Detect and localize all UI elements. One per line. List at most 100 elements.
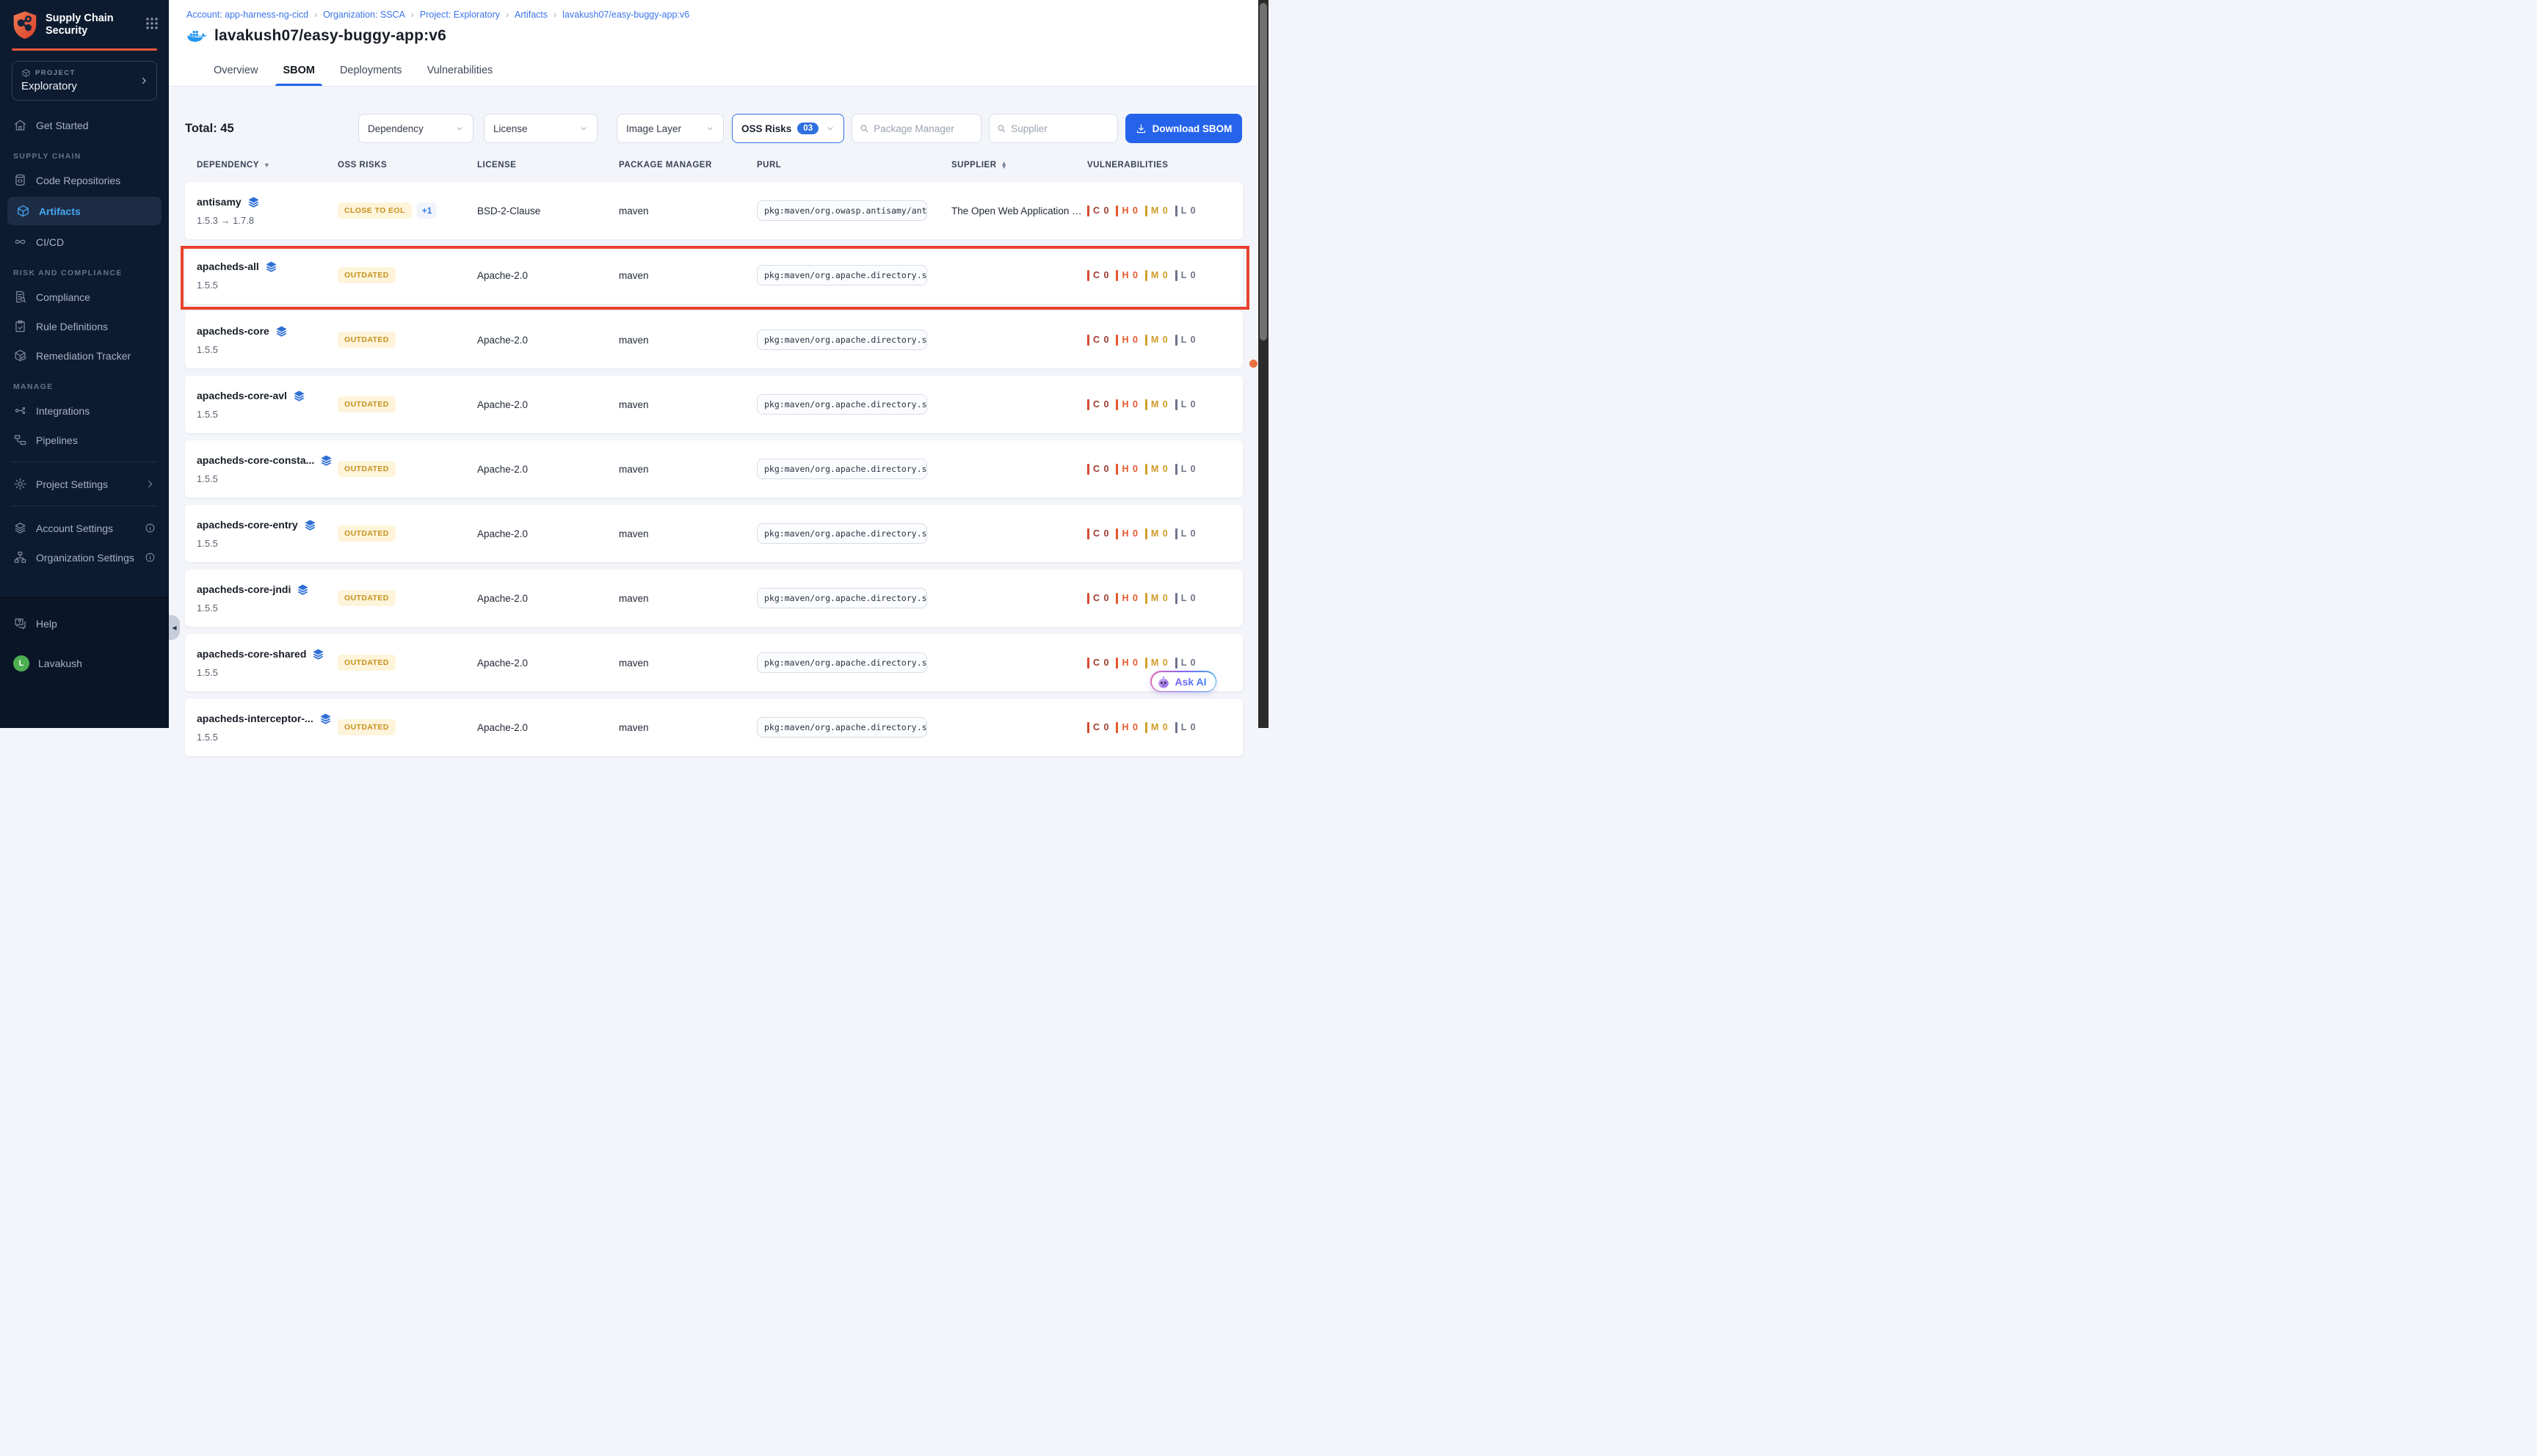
purl-pill[interactable]: pkg:maven/org.apache.directory.s… [757, 459, 927, 479]
integrations-icon [13, 404, 27, 418]
app-switcher-grid-icon[interactable] [145, 17, 159, 34]
table-row-apacheds-all[interactable]: apacheds-all1.5.5OUTDATEDApache-2.0maven… [185, 247, 1243, 304]
sidebar-item-code-repositories[interactable]: Code Repositories [0, 166, 169, 194]
info-icon[interactable] [145, 552, 156, 563]
severity-label: C 0 [1093, 528, 1109, 539]
table-row-apacheds-core-shared[interactable]: apacheds-core-shared1.5.5OUTDATEDApache-… [185, 634, 1243, 691]
table-row-apacheds-core-consta-[interactable]: apacheds-core-consta...1.5.5OUTDATEDApac… [185, 440, 1243, 498]
sidebar-item-integrations[interactable]: Integrations [0, 396, 169, 425]
column-header-supplier[interactable]: SUPPLIER ▲▼ [951, 161, 1087, 170]
vuln-count-l: L 0 [1175, 270, 1197, 281]
sidebar-item-compliance[interactable]: Compliance [0, 283, 169, 311]
image-layer-filter-dropdown[interactable]: Image Layer [617, 114, 724, 143]
severity-bar [1145, 205, 1147, 216]
license-filter-dropdown[interactable]: License [484, 114, 598, 143]
oss-risk-more-chip[interactable]: +1 [417, 203, 438, 219]
package-manager-search[interactable] [852, 114, 981, 143]
sidebar-item-organization-settings[interactable]: Organization Settings [0, 543, 169, 572]
search-icon [997, 123, 1006, 134]
dependency-name: apacheds-core-jndi [197, 583, 291, 595]
supplier-search[interactable] [989, 114, 1118, 143]
sidebar-item-help[interactable]: Help [0, 609, 169, 638]
dependency-name: apacheds-core-consta... [197, 454, 314, 466]
vuln-count-m: M 0 [1145, 205, 1169, 216]
table-row-apacheds-interceptor-[interactable]: apacheds-interceptor-...1.5.5OUTDATEDApa… [185, 699, 1243, 756]
purl-cell: pkg:maven/org.apache.directory.s… [757, 523, 951, 544]
sidebar-item-artifacts[interactable]: Artifacts [7, 197, 161, 225]
package-manager-cell: maven [619, 335, 757, 346]
sidebar-item-ci-cd[interactable]: CI/CD [0, 228, 169, 256]
dependency-filter-dropdown[interactable]: Dependency [358, 114, 473, 143]
project-selector[interactable]: PROJECT Exploratory [12, 61, 157, 101]
vuln-count-m: M 0 [1145, 722, 1169, 733]
ask-ai-button[interactable]: Ask AI [1150, 671, 1216, 692]
purl-pill[interactable]: pkg:maven/org.apache.directory.s… [757, 330, 927, 350]
download-sbom-button[interactable]: Download SBOM [1125, 114, 1242, 143]
purl-cell: pkg:maven/org.apache.directory.s… [757, 717, 951, 738]
breadcrumb-organization[interactable]: Organization: SSCA [323, 10, 405, 20]
tab-overview[interactable]: Overview [212, 65, 259, 86]
breadcrumb-account[interactable]: Account: app-harness-ng-cicd [186, 10, 308, 20]
sidebar-item-rule-definitions[interactable]: Rule Definitions [0, 312, 169, 341]
tab-deployments[interactable]: Deployments [338, 65, 404, 86]
sidebar-item-get-started[interactable]: Get Started [0, 111, 169, 139]
severity-bar [1087, 205, 1089, 216]
severity-bar [1087, 464, 1089, 475]
purl-cell: pkg:maven/org.owasp.antisamy/ant… [757, 200, 951, 221]
severity-label: L 0 [1181, 658, 1197, 668]
sidebar-item-remediation-tracker[interactable]: Remediation Tracker [0, 341, 169, 370]
info-icon[interactable] [145, 523, 156, 534]
breadcrumb-artifacts[interactable]: Artifacts [515, 10, 548, 20]
purl-pill[interactable]: pkg:maven/org.apache.directory.s… [757, 523, 927, 544]
severity-label: M 0 [1151, 722, 1169, 732]
tab-bar: Overview SBOM Deployments Vulnerabilities [212, 65, 494, 86]
app-title: Supply Chain Security [46, 12, 138, 38]
table-row-apacheds-core-entry[interactable]: apacheds-core-entry1.5.5OUTDATEDApache-2… [185, 505, 1243, 562]
severity-bar [1175, 335, 1177, 346]
sidebar-item-account-settings[interactable]: Account Settings [0, 514, 169, 542]
license-cell: Apache-2.0 [477, 593, 619, 604]
tab-sbom[interactable]: SBOM [281, 65, 316, 86]
severity-label: H 0 [1122, 658, 1138, 668]
column-header-dependency[interactable]: DEPENDENCY ▼ [197, 161, 338, 170]
breadcrumb-project[interactable]: Project: Exploratory [420, 10, 500, 20]
table-row-apacheds-core-avl[interactable]: apacheds-core-avl1.5.5OUTDATEDApache-2.0… [185, 376, 1243, 433]
purl-pill[interactable]: pkg:maven/org.apache.directory.s… [757, 265, 927, 285]
package-manager-input[interactable] [874, 123, 973, 134]
scrollbar-thumb[interactable] [1260, 3, 1267, 341]
image-layers-icon [275, 325, 288, 338]
purl-pill[interactable]: pkg:maven/org.apache.directory.s… [757, 394, 927, 415]
package-manager-cell: maven [619, 722, 757, 733]
table-row-apacheds-core[interactable]: apacheds-core1.5.5OUTDATEDApache-2.0mave… [185, 311, 1243, 368]
severity-bar [1145, 658, 1147, 669]
oss-risks-filter-dropdown[interactable]: OSS Risks 03 [732, 114, 844, 143]
purl-pill[interactable]: pkg:maven/org.apache.directory.s… [757, 652, 927, 673]
vuln-count-c: C 0 [1087, 205, 1109, 216]
oss-risk-badge: OUTDATED [338, 396, 396, 412]
oss-risk-badge: CLOSE TO EOL [338, 203, 412, 219]
purl-pill[interactable]: pkg:maven/org.apache.directory.s… [757, 588, 927, 608]
breadcrumb-artifact-name[interactable]: lavakush07/easy-buggy-app:v6 [562, 10, 689, 20]
severity-label: L 0 [1181, 464, 1197, 474]
vuln-count-l: L 0 [1175, 335, 1197, 346]
dependency-version: 1.5.5 [197, 473, 218, 484]
purl-cell: pkg:maven/org.apache.directory.s… [757, 394, 951, 415]
chevron-down-icon [826, 124, 835, 133]
sidebar-item-project-settings[interactable]: Project Settings [0, 470, 169, 498]
sort-desc-icon: ▼ [264, 161, 270, 169]
table-row-apacheds-core-jndi[interactable]: apacheds-core-jndi1.5.5OUTDATEDApache-2.… [185, 569, 1243, 627]
vuln-count-h: H 0 [1116, 335, 1138, 346]
vuln-count-h: H 0 [1116, 722, 1138, 733]
purl-pill[interactable]: pkg:maven/org.apache.directory.s… [757, 717, 927, 738]
sidebar-item-user[interactable]: L Lavakush [0, 648, 169, 679]
severity-bar [1087, 593, 1089, 604]
supplier-input[interactable] [1011, 123, 1110, 134]
sidebar-item-pipelines[interactable]: Pipelines [0, 426, 169, 454]
purl-pill[interactable]: pkg:maven/org.owasp.antisamy/ant… [757, 200, 927, 221]
vuln-count-h: H 0 [1116, 205, 1138, 216]
table-row-antisamy[interactable]: antisamy1.5.3 → 1.7.8CLOSE TO EOL+1BSD-2… [185, 182, 1243, 239]
section-heading: RISK AND COMPLIANCE [0, 257, 169, 282]
sidebar-collapse-handle[interactable]: ◀ [169, 615, 180, 640]
image-layers-icon [320, 454, 333, 467]
tab-vulnerabilities[interactable]: Vulnerabilities [426, 65, 495, 86]
